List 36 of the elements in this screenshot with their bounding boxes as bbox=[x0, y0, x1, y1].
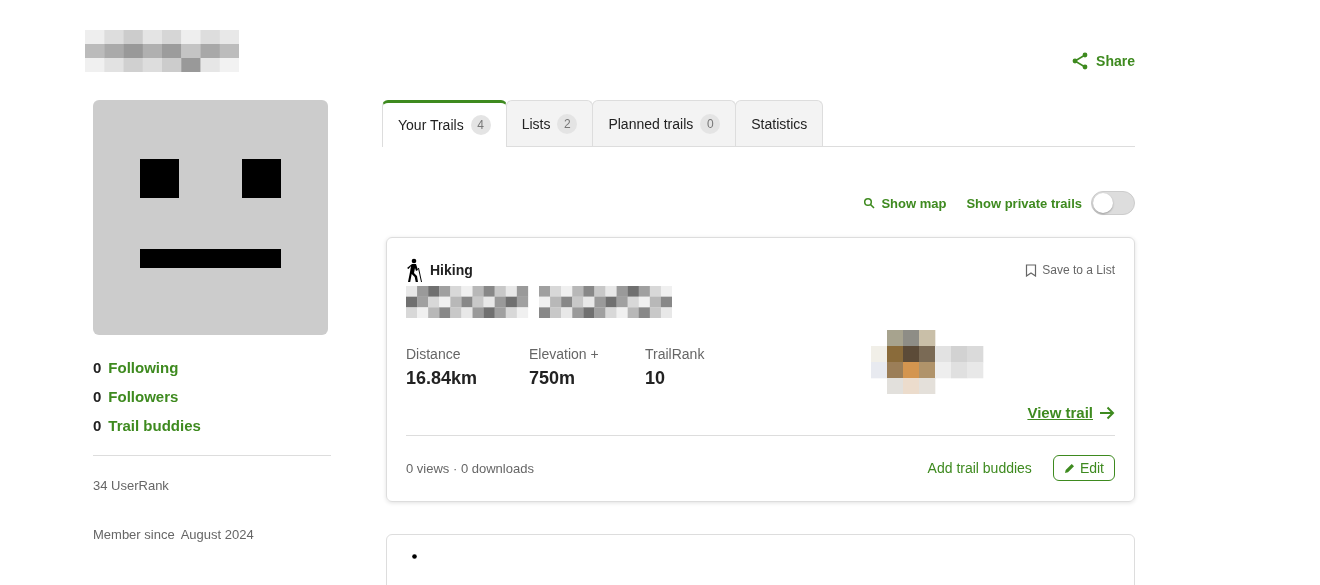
member-since-date: August 2024 bbox=[180, 527, 254, 542]
toggle-label: Show private trails bbox=[966, 195, 1082, 211]
tab[interactable]: Lists 2 bbox=[505, 100, 594, 146]
edit-button[interactable]: Edit bbox=[1052, 455, 1115, 481]
save-to-list-link[interactable]: Save to a List bbox=[1025, 263, 1115, 277]
activity-label: Hiking bbox=[430, 262, 473, 278]
pencil-icon bbox=[1063, 462, 1075, 474]
search-icon bbox=[863, 197, 876, 209]
profile-link[interactable]: Trail buddies bbox=[108, 417, 201, 434]
user-rank: 34 UserRank bbox=[93, 478, 170, 493]
count: 0 bbox=[93, 388, 102, 405]
count: 0 bbox=[93, 359, 102, 376]
stat-label: Distance bbox=[406, 345, 462, 362]
count: 0 bbox=[93, 417, 102, 434]
profile-link[interactable]: Following bbox=[108, 359, 179, 376]
add-trail-buddies-link[interactable]: Add trail buddies bbox=[927, 460, 1032, 476]
show-map-link[interactable]: Show map bbox=[863, 195, 947, 211]
arrow-right-icon bbox=[1099, 405, 1115, 420]
count-badge: 2 bbox=[557, 113, 578, 134]
tab[interactable]: Statistics bbox=[735, 100, 824, 146]
profile-link[interactable]: Followers bbox=[108, 388, 179, 405]
tab[interactable]: Your Trails 4 bbox=[382, 100, 507, 147]
share-link[interactable]: Share bbox=[1070, 51, 1135, 71]
count-badge: 0 bbox=[700, 113, 721, 134]
stat-value: 16.84km bbox=[406, 367, 479, 389]
stat-value: 750m bbox=[529, 367, 577, 389]
trail-metrics: 0 views · 0 downloads bbox=[406, 460, 534, 476]
stat-label: TrailRank bbox=[645, 345, 706, 362]
tab[interactable]: Planned trails 0 bbox=[592, 100, 737, 146]
member-since-label: Member since bbox=[93, 527, 175, 542]
view-trail-link[interactable]: View trail bbox=[1027, 404, 1115, 421]
stat-value: 10 bbox=[645, 367, 667, 389]
stat-label: Elevation + bbox=[529, 345, 600, 362]
bookmark-icon bbox=[1025, 263, 1038, 277]
toggle-switch[interactable] bbox=[1091, 191, 1135, 215]
count-badge: 4 bbox=[470, 115, 491, 135]
